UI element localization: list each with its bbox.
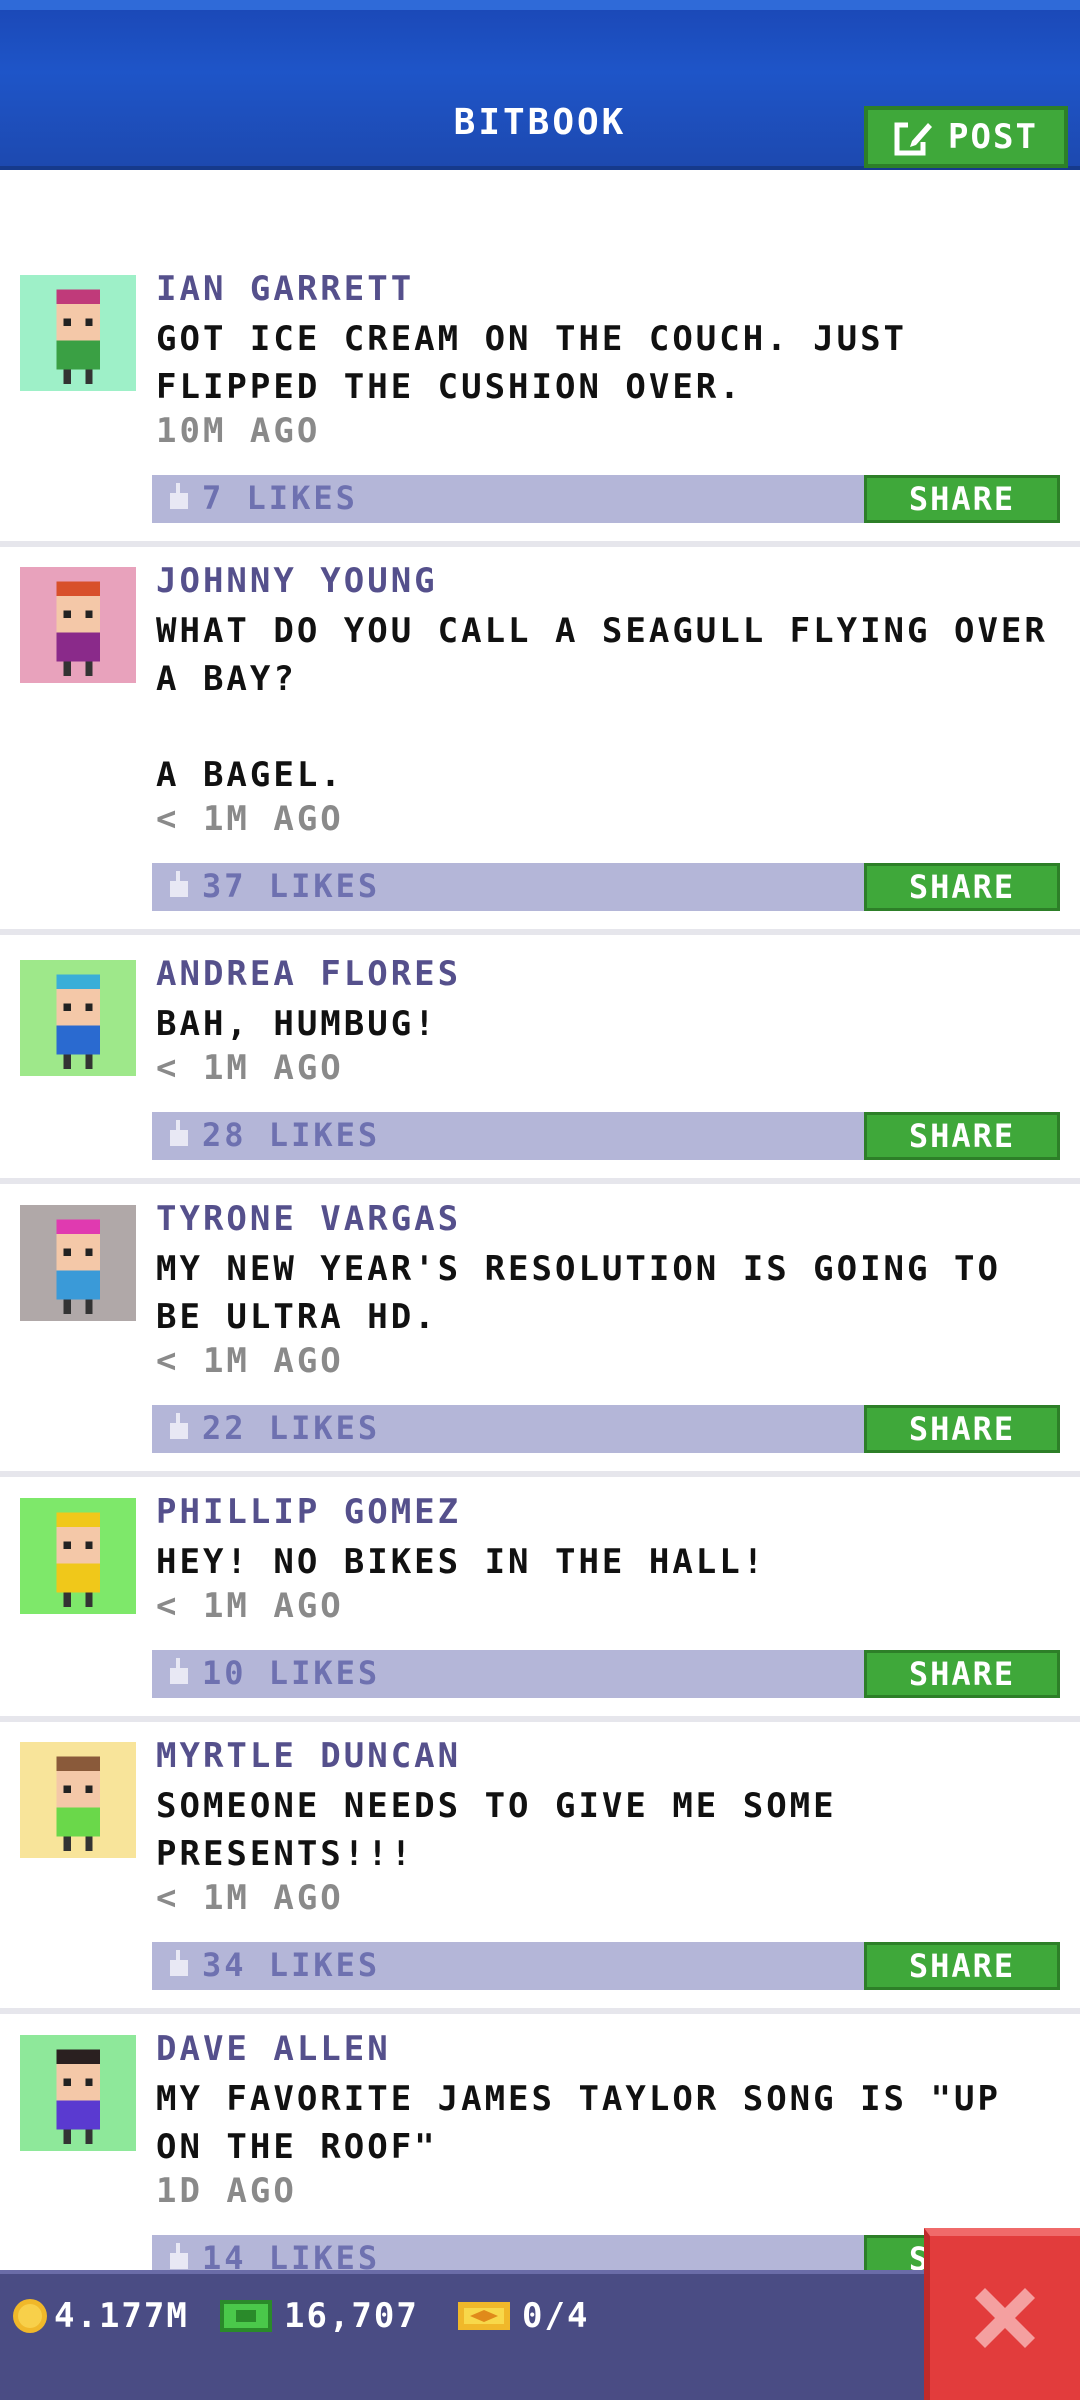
like-bar: 37 LIKES SHARE <box>152 863 1060 911</box>
like-button[interactable]: 14 LIKES <box>166 2239 380 2270</box>
post-time: 1D AGO <box>156 2171 297 2211</box>
post-time: < 1M AGO <box>156 1878 344 1918</box>
like-count: 34 LIKES <box>202 1946 381 1984</box>
like-button[interactable]: 10 LIKES <box>166 1654 380 1692</box>
post-message: MY FAVORITE JAMES TAYLOR SONG IS "UP ON … <box>156 2079 1025 2167</box>
post-divider <box>0 541 1080 547</box>
post-time: 10M AGO <box>156 411 321 451</box>
avatar[interactable] <box>20 1498 136 1614</box>
tickets-value: 0/4 <box>522 2296 590 2336</box>
like-count: 28 LIKES <box>202 1116 381 1154</box>
coin-icon <box>13 2299 47 2333</box>
thumbs-up-icon <box>170 1658 188 1684</box>
thumbs-up-icon <box>170 1950 188 1976</box>
post-divider <box>0 2008 1080 2014</box>
post-message: HEY! NO BIKES IN THE HALL! <box>156 1542 767 1582</box>
tickets-stat: 0/4 <box>456 2296 589 2336</box>
avatar[interactable] <box>20 275 136 391</box>
like-bar: 7 LIKES SHARE <box>152 475 1060 523</box>
post-divider <box>0 1716 1080 1722</box>
post-author[interactable]: TYRONE VARGAS <box>156 1199 461 1239</box>
post-divider <box>0 1178 1080 1184</box>
post-message: GOT ICE CREAM ON THE COUCH. JUST FLIPPED… <box>156 319 931 407</box>
like-count: 14 LIKES <box>202 2239 381 2270</box>
share-button[interactable]: SHARE <box>864 475 1060 523</box>
like-count: 7 LIKES <box>202 479 358 517</box>
like-count: 37 LIKES <box>202 867 381 905</box>
post-author[interactable]: ANDREA FLORES <box>156 954 461 994</box>
coins-value: 4.177M <box>54 2296 189 2336</box>
thumbs-up-icon <box>170 871 188 897</box>
share-button[interactable]: SHARE <box>864 863 1060 911</box>
app-header: BITBOOK POST <box>0 0 1080 170</box>
post-message: WHAT DO YOU CALL A SEAGULL FLYING OVER A… <box>156 611 1048 795</box>
post-button-label: POST <box>948 117 1038 157</box>
share-button[interactable]: SHARE <box>864 1942 1060 1990</box>
avatar[interactable] <box>20 2035 136 2151</box>
like-count: 22 LIKES <box>202 1409 381 1447</box>
post-time: < 1M AGO <box>156 1341 344 1381</box>
bux-stat: 16,707 <box>218 2296 419 2336</box>
close-button[interactable] <box>924 2228 1080 2400</box>
close-icon <box>975 2288 1035 2348</box>
avatar[interactable] <box>20 960 136 1076</box>
like-bar: 10 LIKES SHARE <box>152 1650 1060 1698</box>
thumbs-up-icon <box>170 2243 188 2269</box>
post-author[interactable]: DAVE ALLEN <box>156 2029 391 2069</box>
like-count: 10 LIKES <box>202 1654 381 1692</box>
post-time: < 1M AGO <box>156 799 344 839</box>
post-message: MY NEW YEAR'S RESOLUTION IS GOING TO BE … <box>156 1249 1025 1337</box>
post-author[interactable]: JOHNNY YOUNG <box>156 561 438 601</box>
post-time: < 1M AGO <box>156 1586 344 1626</box>
post-author[interactable]: PHILLIP GOMEZ <box>156 1492 461 1532</box>
bux-value: 16,707 <box>284 2296 419 2336</box>
post-message: BAH, HUMBUG! <box>156 1004 438 1044</box>
post-message: SOMEONE NEEDS TO GIVE ME SOME PRESENTS!!… <box>156 1786 861 1874</box>
like-button[interactable]: 37 LIKES <box>166 867 380 905</box>
post-button[interactable]: POST <box>864 106 1068 168</box>
ticket-icon <box>458 2302 510 2330</box>
post-divider <box>0 1471 1080 1477</box>
thumbs-up-icon <box>170 1120 188 1146</box>
feed-list[interactable]: IAN GARRETT GOT ICE CREAM ON THE COUCH. … <box>0 170 1080 2270</box>
share-button[interactable]: SHARE <box>864 1112 1060 1160</box>
avatar[interactable] <box>20 1742 136 1858</box>
like-button[interactable]: 7 LIKES <box>166 479 358 517</box>
thumbs-up-icon <box>170 1413 188 1439</box>
share-button[interactable]: SHARE <box>864 1405 1060 1453</box>
like-button[interactable]: 34 LIKES <box>166 1946 380 1984</box>
avatar[interactable] <box>20 1205 136 1321</box>
like-button[interactable]: 22 LIKES <box>166 1409 380 1447</box>
like-bar: 28 LIKES SHARE <box>152 1112 1060 1160</box>
thumbs-up-icon <box>170 483 188 509</box>
share-button[interactable]: SHARE <box>864 1650 1060 1698</box>
like-bar: 22 LIKES SHARE <box>152 1405 1060 1453</box>
avatar[interactable] <box>20 567 136 683</box>
post-author[interactable]: MYRTLE DUNCAN <box>156 1736 461 1776</box>
edit-icon <box>894 120 933 156</box>
coins-stat: 4.177M <box>10 2296 189 2336</box>
like-button[interactable]: 28 LIKES <box>166 1116 380 1154</box>
like-bar: 34 LIKES SHARE <box>152 1942 1060 1990</box>
post-time: < 1M AGO <box>156 1048 344 1088</box>
bux-icon <box>220 2300 272 2332</box>
bottom-status-bar: 4.177M 16,707 0/4 <box>0 2270 1080 2400</box>
post-divider <box>0 929 1080 935</box>
post-author[interactable]: IAN GARRETT <box>156 269 414 309</box>
